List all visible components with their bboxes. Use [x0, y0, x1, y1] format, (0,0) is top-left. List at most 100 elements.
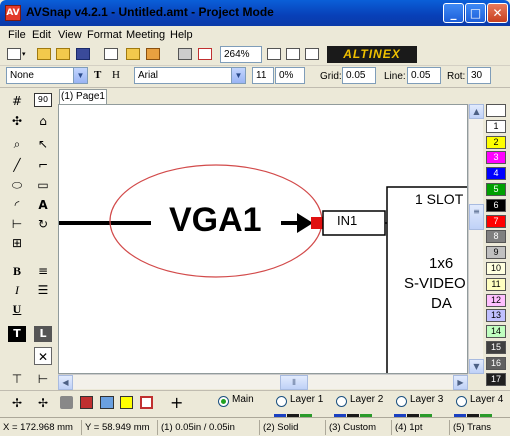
horizontal-scrollbar[interactable]: ◀ ⦀ ▶	[58, 374, 468, 390]
tab-page1[interactable]: (1) Page1	[59, 89, 107, 104]
zoom-field[interactable]: 264%	[220, 46, 262, 63]
copy-page-icon[interactable]	[304, 47, 320, 63]
color-swatch-6[interactable]: 6	[486, 198, 506, 212]
color-swatch-9[interactable]: 9	[486, 246, 506, 260]
arc-icon[interactable]: ◜	[8, 196, 26, 214]
grid-field[interactable]: 0.05	[342, 67, 376, 84]
percent-field[interactable]: 0%	[275, 67, 305, 84]
pan-icon[interactable]: ⌂	[34, 112, 52, 130]
color-swatch-none[interactable]	[486, 104, 506, 117]
align-left-icon[interactable]: ⊢	[34, 370, 52, 388]
bold-button[interactable]: B	[8, 262, 26, 280]
text-type-icon[interactable]: T	[94, 69, 101, 81]
layer-radio-4[interactable]	[456, 396, 467, 407]
color-swatch-10[interactable]: 10	[486, 262, 506, 275]
page-setup-icon[interactable]	[103, 47, 119, 63]
snap-point-icon[interactable]: ✣	[8, 112, 26, 130]
open-folder-icon[interactable]	[36, 47, 52, 63]
chevron-down-icon[interactable]: ▼	[231, 68, 245, 83]
line-color-icon[interactable]	[80, 396, 93, 409]
color-swatch-13[interactable]: 13	[486, 309, 506, 323]
grid-90-button[interactable]: 90	[34, 93, 52, 107]
text-height-icon[interactable]: H	[112, 69, 120, 81]
label-box-button[interactable]: L	[34, 326, 52, 342]
in1-label[interactable]: IN1	[337, 213, 357, 228]
color-swatch-11[interactable]: 11	[486, 277, 506, 291]
close-button[interactable]: ✕	[487, 3, 508, 23]
polyline-icon[interactable]: ⌐	[34, 156, 52, 174]
color-swatch-4[interactable]: 4	[486, 167, 506, 181]
cross-box-icon[interactable]: ✕	[34, 347, 52, 365]
underline-button[interactable]: U	[8, 300, 26, 318]
color-swatch-2[interactable]: 2	[486, 135, 506, 149]
color-swatch-16[interactable]: 16	[486, 356, 506, 370]
style-dropdown[interactable]: None ▼	[6, 67, 88, 84]
zoom-icon[interactable]: ⌕	[8, 135, 26, 153]
color-swatch-15[interactable]: 15	[486, 341, 506, 354]
color-swatch-8[interactable]: 8	[486, 230, 506, 244]
export-icon[interactable]	[125, 47, 141, 63]
layer-radio-0[interactable]	[218, 396, 229, 407]
align-justify-icon[interactable]: ☰	[34, 281, 52, 299]
rot-field[interactable]: 30	[467, 67, 491, 84]
menu-format[interactable]: Format	[87, 29, 122, 41]
text-tool-icon[interactable]: A	[34, 196, 52, 214]
maximize-button[interactable]: □	[465, 3, 486, 23]
save-icon[interactable]	[75, 47, 91, 63]
menu-meeting[interactable]: Meeting	[126, 29, 165, 41]
horizontal-scroll-thumb[interactable]: ⦀	[280, 375, 308, 390]
table-icon[interactable]: ⊞	[8, 234, 26, 252]
pointer-icon[interactable]: ↖	[34, 135, 52, 153]
app-icon[interactable]: AV	[5, 5, 21, 21]
color-swatch-12[interactable]: 12	[486, 293, 506, 307]
align-center-icon[interactable]: ≡	[34, 262, 52, 280]
fill-bucket-icon[interactable]	[60, 396, 73, 409]
menu-help[interactable]: Help	[170, 29, 193, 41]
align-top-icon[interactable]: ⊤	[8, 370, 26, 388]
color-swatch-5[interactable]: 5	[486, 183, 506, 196]
scroll-left-icon[interactable]: ◀	[58, 375, 73, 390]
rotate-icon[interactable]: ↻	[34, 215, 52, 233]
text-box-button[interactable]: T	[8, 326, 26, 342]
vertical-scroll-thumb[interactable]: ≡	[469, 204, 484, 230]
font-dropdown[interactable]: Arial ▼	[134, 67, 246, 84]
line-tool-icon[interactable]: ╱	[8, 156, 26, 174]
drawing-canvas[interactable]: VGA1 IN1 1 SLOT 1x6 S-VIDEO DA	[58, 104, 468, 374]
align-middle-icon[interactable]: ✢	[8, 394, 26, 412]
vertical-scrollbar[interactable]: ▲ ≡ ▼	[468, 104, 484, 374]
distribute-icon[interactable]: ✢	[34, 394, 52, 412]
menu-view[interactable]: View	[58, 29, 82, 41]
layer-radio-2[interactable]	[336, 396, 347, 407]
border-icon[interactable]	[140, 396, 153, 409]
menu-file[interactable]: File	[8, 29, 26, 41]
print-icon[interactable]	[177, 47, 193, 63]
color-swatch-1[interactable]: 1	[486, 119, 506, 133]
rectangle-icon[interactable]: ▭	[34, 176, 52, 194]
menu-edit[interactable]: Edit	[32, 29, 51, 41]
font-size-field[interactable]: 11	[252, 67, 274, 84]
vga1-label[interactable]: VGA1	[169, 201, 262, 240]
layer-radio-1[interactable]	[276, 396, 287, 407]
page-icon[interactable]	[266, 47, 282, 63]
new-icon[interactable]	[6, 47, 22, 63]
color-swatch-7[interactable]: 7	[486, 214, 506, 228]
color-swatch-17[interactable]: 17	[486, 372, 506, 386]
print-preview-icon[interactable]	[197, 47, 213, 63]
scroll-up-icon[interactable]: ▲	[469, 104, 484, 119]
ellipse-icon[interactable]: ⬭	[8, 176, 26, 194]
block-title[interactable]: 1 SLOT	[415, 191, 463, 207]
open-recent-icon[interactable]	[55, 47, 71, 63]
grid-icon[interactable]: #	[8, 92, 26, 110]
italic-button[interactable]: I	[8, 281, 26, 299]
scroll-right-icon[interactable]: ▶	[453, 375, 468, 390]
layer-radio-3[interactable]	[396, 396, 407, 407]
new-dropdown-icon[interactable]: ▾	[22, 50, 26, 58]
line-field[interactable]: 0.05	[407, 67, 441, 84]
plus-icon[interactable]: +	[170, 393, 183, 412]
page-fit-icon[interactable]	[285, 47, 301, 63]
fill-color-icon[interactable]	[120, 396, 133, 409]
color-swatch-3[interactable]: 3	[486, 151, 506, 165]
minimize-button[interactable]: _	[443, 3, 464, 23]
connector-icon[interactable]: ⊢	[8, 215, 26, 233]
chevron-down-icon[interactable]: ▼	[73, 68, 87, 83]
